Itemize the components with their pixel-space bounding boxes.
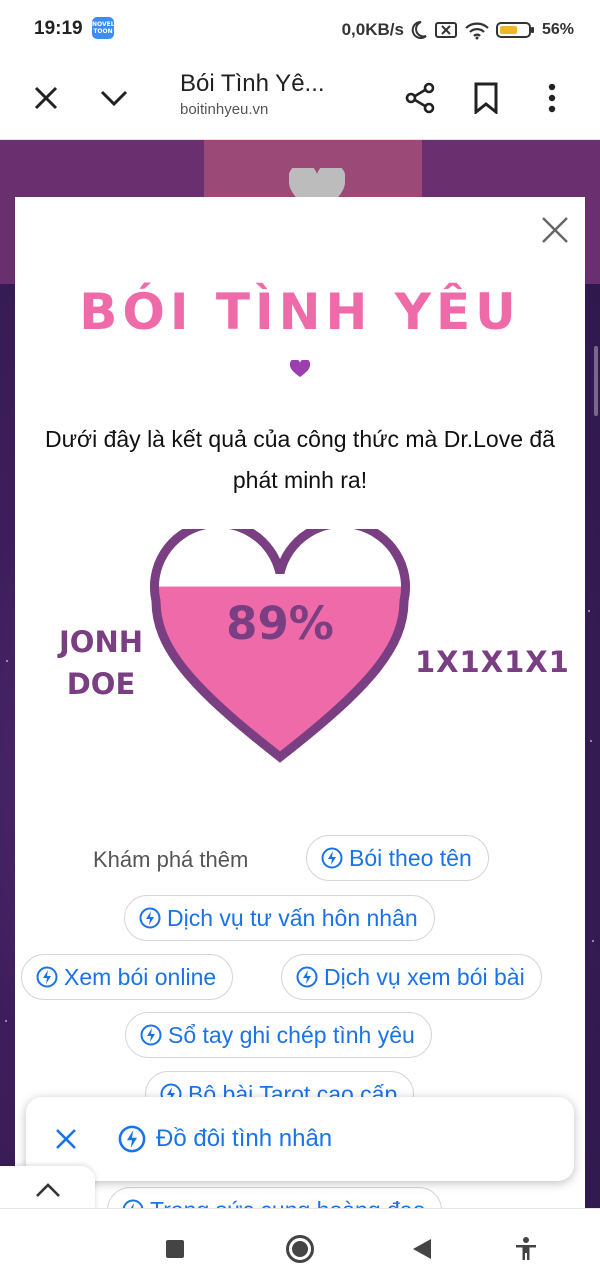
chip-label: Dịch vụ tư vấn hôn nhân bbox=[167, 904, 418, 931]
chip-so-tay-ghi-chep-tinh-yeu[interactable]: Sổ tay ghi chép tình yêu bbox=[125, 1012, 432, 1058]
system-nav-bar bbox=[0, 1208, 600, 1287]
moon-icon bbox=[411, 20, 427, 39]
chip-label: Dịch vụ xem bói bài bbox=[324, 963, 525, 990]
modal-close-button[interactable] bbox=[537, 212, 573, 248]
battery-percent: 56% bbox=[541, 21, 574, 38]
star-decoration bbox=[6, 660, 8, 662]
page-url: boitinhyeu.vn bbox=[180, 101, 269, 118]
bolt-icon bbox=[139, 907, 161, 929]
chip-boi-theo-ten[interactable]: Bói theo tên bbox=[306, 835, 489, 881]
suggestion-bar: Đồ đôi tình nhân bbox=[26, 1097, 574, 1181]
close-icon bbox=[34, 86, 58, 110]
name-left: JONH DOE bbox=[59, 625, 143, 701]
star-decoration bbox=[5, 1020, 7, 1022]
star-decoration bbox=[590, 740, 592, 742]
chip-xem-boi-online[interactable]: Xem bói online bbox=[21, 954, 234, 1000]
page-title: Bói Tình Yê... bbox=[180, 70, 325, 97]
more-vertical-icon bbox=[548, 83, 556, 113]
novel-toon-app-icon: NOVEL TOON bbox=[92, 17, 115, 39]
suggestion-chip-label: Đồ đôi tình nhân bbox=[156, 1125, 333, 1152]
page-scrollbar[interactable] bbox=[594, 346, 598, 416]
home-button[interactable] bbox=[280, 1229, 320, 1269]
modal-title: BÓI TÌNH YÊU bbox=[79, 283, 521, 341]
header-heart-icon bbox=[289, 168, 345, 198]
share-button[interactable] bbox=[396, 74, 444, 122]
chip-dich-vu-tu-van-hon-nhan[interactable]: Dịch vụ tư vấn hôn nhân bbox=[124, 895, 435, 941]
chip-label: Bói theo tên bbox=[349, 844, 472, 871]
sim-off-icon bbox=[434, 22, 457, 38]
bookmark-button[interactable] bbox=[462, 74, 510, 122]
browser-toolbar: Bói Tình Yê... boitinhyeu.vn bbox=[0, 58, 600, 140]
home-circle-icon bbox=[286, 1235, 314, 1263]
close-tab-button[interactable] bbox=[22, 74, 70, 122]
battery-icon bbox=[495, 22, 534, 38]
more-options-button[interactable] bbox=[528, 74, 576, 122]
bookmark-icon bbox=[474, 82, 498, 114]
chip-label: Sổ tay ghi chép tình yêu bbox=[168, 1021, 415, 1048]
back-button[interactable] bbox=[402, 1229, 442, 1269]
wifi-icon bbox=[465, 22, 489, 40]
network-speed: 0,0KB/s bbox=[341, 20, 404, 39]
bolt-icon bbox=[140, 1024, 162, 1046]
close-icon bbox=[542, 217, 568, 243]
bolt-icon bbox=[36, 966, 58, 988]
chevron-down-icon bbox=[100, 90, 128, 107]
status-indicators: 0,0KB/s 56% bbox=[342, 17, 574, 43]
minimize-button[interactable] bbox=[90, 74, 138, 122]
bolt-icon bbox=[118, 1125, 146, 1153]
chip-dich-vu-xem-boi-bai[interactable]: Dịch vụ xem bói bài bbox=[281, 954, 542, 1000]
result-percent: 89% bbox=[226, 597, 334, 650]
heart-divider-icon bbox=[290, 360, 310, 377]
status-time: 19:19 bbox=[34, 18, 83, 39]
bolt-icon bbox=[296, 966, 318, 988]
result-modal: BÓI TÌNH YÊU Dưới đây là kết quả của côn… bbox=[15, 197, 585, 1233]
expand-suggestions-button[interactable] bbox=[0, 1166, 95, 1214]
accessibility-button[interactable] bbox=[506, 1229, 546, 1269]
star-decoration bbox=[588, 610, 590, 612]
share-icon bbox=[405, 82, 435, 114]
square-icon bbox=[166, 1240, 184, 1258]
bolt-icon bbox=[321, 847, 343, 869]
chevron-up-icon bbox=[35, 1183, 60, 1197]
chip-label: Xem bói online bbox=[64, 963, 217, 990]
name-right: 1X1X1X1 bbox=[415, 645, 570, 679]
suggestion-close-button[interactable] bbox=[48, 1121, 84, 1157]
status-bar: 19:19 NOVEL TOON 0,0KB/s 56% bbox=[0, 0, 600, 58]
suggestion-chip[interactable]: Đồ đôi tình nhân bbox=[118, 1117, 332, 1161]
explore-label: Khám phá thêm bbox=[93, 847, 249, 872]
recents-button[interactable] bbox=[155, 1229, 195, 1269]
close-icon bbox=[56, 1129, 76, 1149]
result-description: Dưới đây là kết quả của công thức mà Dr.… bbox=[45, 426, 555, 493]
triangle-back-icon bbox=[413, 1239, 431, 1259]
star-decoration bbox=[592, 940, 594, 942]
accessibility-icon bbox=[516, 1237, 536, 1260]
